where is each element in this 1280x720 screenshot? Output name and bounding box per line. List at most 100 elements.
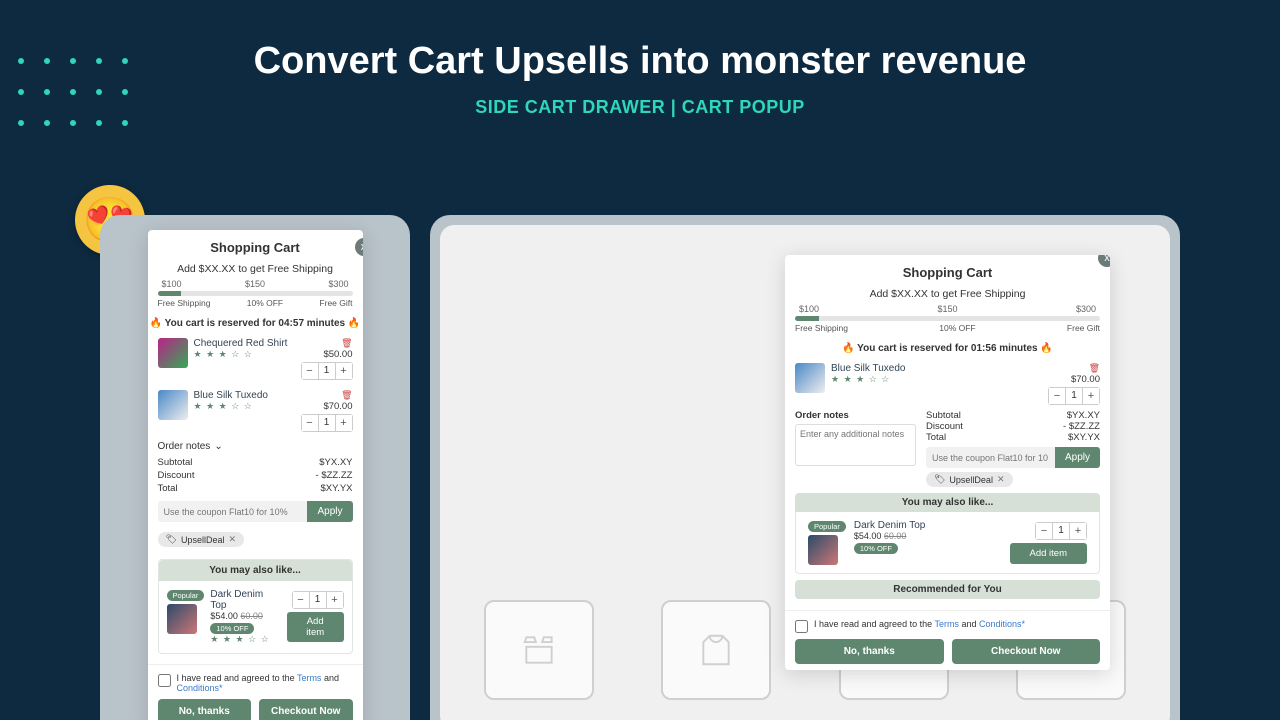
cart-popup-frame: x Shopping Cart Add $XX.XX to get Free S… bbox=[430, 215, 1180, 720]
recommended-heading: Recommended for You bbox=[795, 580, 1100, 599]
cart-item: Blue Silk Tuxedo ★ ★ ★ ☆ ☆ 🗑 $70.00 − 1 … bbox=[785, 358, 1110, 410]
subtotal-label: Subtotal bbox=[158, 457, 193, 468]
quantity-stepper: − 1 + bbox=[301, 362, 353, 380]
upsell-heading: You may also like... bbox=[795, 493, 1100, 512]
conditions-link[interactable]: Conditions* bbox=[979, 619, 1025, 629]
no-thanks-button[interactable]: No, thanks bbox=[158, 699, 252, 720]
product-name: Chequered Red Shirt bbox=[194, 338, 288, 349]
upsell-price: $54.00 bbox=[210, 611, 238, 621]
qty-minus-button[interactable]: − bbox=[1049, 388, 1065, 404]
tier-amount: $100 bbox=[799, 304, 819, 314]
popular-badge: Popular bbox=[808, 521, 846, 532]
chevron-down-icon: ⌄ bbox=[214, 441, 222, 452]
tier-amount: $300 bbox=[328, 279, 348, 289]
tier-amount: $300 bbox=[1076, 304, 1096, 314]
product-thumb bbox=[795, 363, 825, 393]
cart-popup: x Shopping Cart Add $XX.XX to get Free S… bbox=[785, 255, 1110, 670]
tier-label: 10% OFF bbox=[939, 323, 975, 333]
quantity-stepper: − 1 + bbox=[292, 591, 344, 609]
star-rating-icon: ★ ★ ★ ☆ ☆ bbox=[210, 634, 280, 645]
coupon-input[interactable] bbox=[158, 501, 308, 522]
add-item-button[interactable]: Add item bbox=[1010, 543, 1088, 564]
tier-label: Free Shipping bbox=[158, 298, 211, 308]
tier-label: Free Gift bbox=[1067, 323, 1100, 333]
cart-item: Blue Silk Tuxedo ★ ★ ★ ☆ ☆ 🗑 $70.00 − 1 … bbox=[148, 385, 363, 437]
qty-value: 1 bbox=[1052, 523, 1070, 539]
qty-minus-button[interactable]: − bbox=[293, 592, 309, 608]
total-label: Total bbox=[158, 483, 178, 494]
qty-plus-button[interactable]: + bbox=[327, 592, 343, 608]
order-notes-label: Order notes bbox=[795, 410, 916, 421]
tier-label: 10% OFF bbox=[247, 298, 283, 308]
remove-tag-icon[interactable]: ✕ bbox=[228, 534, 236, 545]
upsell-heading: You may also like... bbox=[159, 560, 352, 581]
upsell-name: Dark Denim Top bbox=[854, 520, 926, 531]
popular-badge: Popular bbox=[167, 590, 205, 601]
terms-link[interactable]: Terms bbox=[934, 619, 959, 629]
qty-value: 1 bbox=[318, 415, 336, 431]
qty-minus-button[interactable]: − bbox=[1036, 523, 1052, 539]
placeholder-card bbox=[484, 600, 594, 700]
qty-plus-button[interactable]: + bbox=[1070, 523, 1086, 539]
delete-icon[interactable]: 🗑 bbox=[301, 338, 353, 349]
remove-tag-icon[interactable]: ✕ bbox=[997, 474, 1005, 485]
product-price: $70.00 bbox=[1048, 374, 1100, 385]
order-notes-input[interactable] bbox=[795, 424, 916, 466]
tier-amount: $100 bbox=[162, 279, 182, 289]
qty-minus-button[interactable]: − bbox=[302, 415, 318, 431]
product-thumb bbox=[808, 535, 838, 565]
cart-title: Shopping Cart bbox=[785, 255, 1110, 286]
decorative-dots bbox=[8, 48, 148, 141]
checkout-button[interactable]: Checkout Now bbox=[952, 639, 1101, 664]
coupon-tag: 🏷 UpsellDeal ✕ bbox=[158, 532, 245, 547]
conditions-link[interactable]: Conditions* bbox=[177, 683, 223, 693]
coupon-tag: 🏷 UpsellDeal ✕ bbox=[926, 472, 1013, 487]
subheadline: SIDE CART DRAWER | CART POPUP bbox=[0, 97, 1280, 118]
free-shipping-msg: Add $XX.XX to get Free Shipping bbox=[785, 286, 1110, 304]
subtotal-value: $YX.XY bbox=[319, 457, 352, 468]
quantity-stepper: − 1 + bbox=[1048, 387, 1100, 405]
terms-checkbox-row[interactable]: I have read and agreed to the Terms and … bbox=[795, 617, 1100, 639]
product-name: Blue Silk Tuxedo bbox=[194, 390, 269, 401]
reservation-timer: 🔥 You cart is reserved for 01:56 minutes… bbox=[785, 339, 1110, 358]
delete-icon[interactable]: 🗑 bbox=[301, 390, 353, 401]
cart-item: Chequered Red Shirt ★ ★ ★ ☆ ☆ 🗑 $50.00 −… bbox=[148, 333, 363, 385]
qty-plus-button[interactable]: + bbox=[336, 363, 352, 379]
quantity-stepper: − 1 + bbox=[301, 414, 353, 432]
tier-label: Free Gift bbox=[319, 298, 352, 308]
qty-plus-button[interactable]: + bbox=[1083, 388, 1099, 404]
star-rating-icon: ★ ★ ★ ☆ ☆ bbox=[831, 374, 906, 385]
upsell-price: $54.00 bbox=[854, 531, 882, 541]
terms-checkbox[interactable] bbox=[795, 620, 808, 633]
apply-button[interactable]: Apply bbox=[307, 501, 352, 522]
apply-button[interactable]: Apply bbox=[1055, 447, 1100, 468]
progress-bar bbox=[795, 316, 1100, 321]
qty-plus-button[interactable]: + bbox=[336, 415, 352, 431]
product-price: $70.00 bbox=[301, 401, 353, 412]
side-cart-frame: x Shopping Cart Add $XX.XX to get Free S… bbox=[100, 215, 410, 720]
no-thanks-button[interactable]: No, thanks bbox=[795, 639, 944, 664]
qty-value: 1 bbox=[1065, 388, 1083, 404]
tier-amount: $150 bbox=[937, 304, 957, 314]
add-item-button[interactable]: Add item bbox=[287, 612, 344, 642]
star-rating-icon: ★ ★ ★ ☆ ☆ bbox=[194, 349, 288, 360]
discount-badge: 10% OFF bbox=[210, 623, 254, 634]
coupon-input[interactable] bbox=[926, 447, 1055, 468]
terms-checkbox[interactable] bbox=[158, 674, 171, 687]
quantity-stepper: − 1 + bbox=[1035, 522, 1087, 540]
progress-bar bbox=[158, 291, 353, 296]
star-rating-icon: ★ ★ ★ ☆ ☆ bbox=[194, 401, 269, 412]
product-thumb bbox=[158, 338, 188, 368]
terms-checkbox-row[interactable]: I have read and agreed to the Terms and … bbox=[158, 671, 353, 699]
free-shipping-msg: Add $XX.XX to get Free Shipping bbox=[148, 261, 363, 279]
product-thumb bbox=[158, 390, 188, 420]
terms-link[interactable]: Terms bbox=[297, 673, 322, 683]
qty-minus-button[interactable]: − bbox=[302, 363, 318, 379]
tag-icon: 🏷 bbox=[166, 534, 177, 545]
checkout-button[interactable]: Checkout Now bbox=[259, 699, 353, 720]
product-price: $50.00 bbox=[301, 349, 353, 360]
cart-title: Shopping Cart bbox=[148, 230, 363, 261]
delete-icon[interactable]: 🗑 bbox=[1048, 363, 1100, 374]
order-notes-toggle[interactable]: Order notes ⌄ bbox=[148, 437, 363, 456]
upsell-name: Dark Denim Top bbox=[210, 589, 280, 611]
